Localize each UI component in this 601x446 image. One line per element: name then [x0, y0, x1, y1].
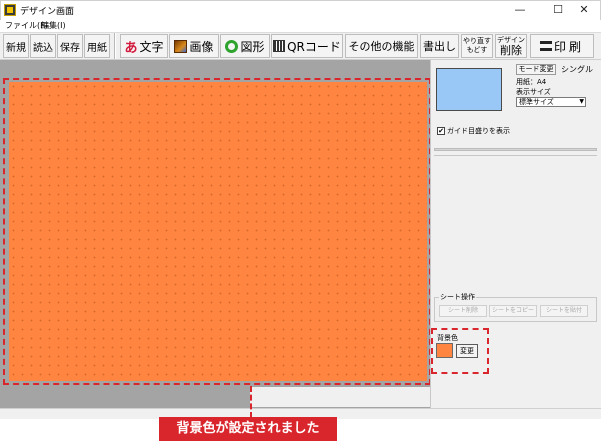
new-button[interactable]: 新規 — [3, 34, 29, 58]
export-button[interactable]: 書出し — [420, 34, 459, 58]
menu-bar — [0, 20, 601, 32]
text-icon: あ — [124, 40, 138, 56]
paper-size-label: 用紙：A4 — [516, 78, 547, 86]
guide-checkbox-label: ガイド目盛りを表示 — [447, 127, 510, 135]
sheet-operations-title: シート操作 — [439, 292, 476, 302]
save-button[interactable]: 保存 — [57, 34, 83, 58]
minimize-icon[interactable]: — — [500, 1, 540, 19]
mode-change-button[interactable]: モード変更 — [516, 64, 556, 75]
menu-edit[interactable]: 編集(I) — [41, 20, 66, 32]
sheet-copy-button[interactable]: シートをコピー — [489, 305, 537, 317]
text-label: 文字 — [139, 39, 164, 54]
print-label: 印刷 — [553, 39, 584, 54]
qr-icon — [273, 40, 286, 52]
undo-label: もどす — [466, 46, 488, 54]
qr-button[interactable]: QRコード — [271, 34, 343, 58]
canvas-highlight — [3, 78, 431, 385]
load-label: 読込 — [33, 42, 53, 54]
annotation-banner: 背景色が設定されました — [159, 417, 337, 441]
image-label: 画像 — [189, 39, 214, 54]
image-button[interactable]: 画像 — [169, 34, 219, 58]
sheet-paste-button[interactable]: シートを貼付 — [540, 305, 588, 317]
image-icon — [174, 39, 188, 53]
new-label: 新規 — [6, 42, 26, 54]
background-highlight — [431, 328, 489, 374]
design-preview — [436, 68, 502, 111]
design-delete-button[interactable]: デザイン 削除 — [495, 34, 527, 58]
circle-icon — [225, 39, 239, 53]
other-label: その他の機能 — [348, 40, 415, 53]
layer-list[interactable] — [434, 155, 597, 285]
window-title: デザイン画面 — [20, 7, 75, 17]
scrollbar-thumb[interactable] — [250, 387, 430, 407]
load-button[interactable]: 読込 — [30, 34, 56, 58]
text-button[interactable]: あ 文字 — [120, 34, 168, 58]
panel-divider — [434, 148, 597, 151]
chevron-down-icon: ▼ — [579, 98, 584, 105]
redo-undo-button[interactable]: やり直す もどす — [461, 34, 493, 58]
display-size-select[interactable]: 標準サイズ ▼ — [516, 97, 586, 107]
shape-label: 図形 — [240, 39, 265, 54]
delete-label: 削除 — [500, 43, 522, 57]
app-icon — [4, 4, 16, 16]
mode-value: シングル — [561, 65, 593, 74]
guide-checkbox[interactable]: ✔ — [437, 127, 445, 135]
paper-button[interactable]: 用紙 — [84, 34, 110, 58]
print-button[interactable]: 印刷 — [530, 34, 594, 58]
print-icon — [539, 41, 552, 51]
toolbar-separator — [114, 33, 116, 59]
paper-label: 用紙 — [87, 42, 107, 54]
display-size-label: 表示サイズ — [516, 88, 551, 96]
sheet-delete-button[interactable]: シート削除 — [439, 305, 487, 317]
annotation-pointer — [250, 386, 252, 418]
redo-label: やり直す — [463, 37, 491, 45]
display-size-value: 標準サイズ — [519, 98, 554, 106]
shape-button[interactable]: 図形 — [220, 34, 270, 58]
qr-label: QRコード — [287, 39, 341, 54]
save-label: 保存 — [60, 42, 80, 54]
other-functions-button[interactable]: その他の機能 — [345, 34, 418, 58]
close-icon[interactable]: ✕ — [564, 1, 601, 19]
export-label: 書出し — [423, 40, 456, 53]
